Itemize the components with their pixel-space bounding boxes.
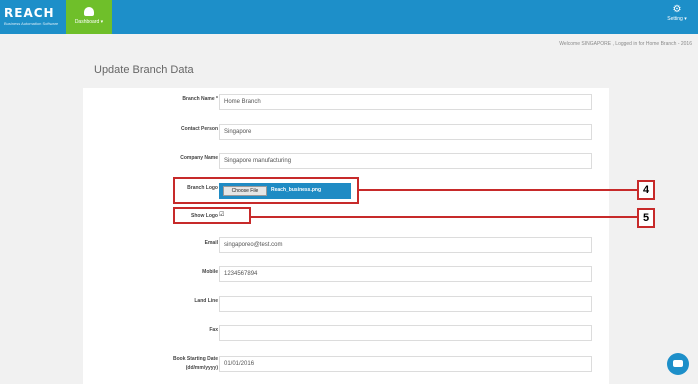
fax-label: Fax [209,327,218,333]
mobile-label: Mobile [202,269,218,275]
brand-name: REACH [4,6,55,20]
land-line-input[interactable] [219,296,592,312]
fax-input[interactable] [219,325,592,341]
callout-line-4 [359,189,637,191]
settings-label: Setting ▾ [667,16,687,22]
book-starting-date-label: Book Starting Date [172,356,218,362]
land-line-label: Land Line [194,298,218,304]
chat-button[interactable] [667,353,689,375]
company-name-label: Company Name [180,155,218,161]
show-logo-highlight [173,207,251,224]
brand-logo[interactable]: REACH Business Automation Software [0,0,66,34]
dashboard-icon [84,7,94,16]
contact-person-label: Contact Person [181,126,218,132]
branch-logo-highlight [173,177,359,204]
branch-name-label: Branch Name * [182,96,218,102]
email-label: Email [204,240,218,246]
company-name-input[interactable]: Singapore manufacturing [219,153,592,169]
book-starting-date-input[interactable]: 01/01/2016 [219,356,592,372]
callout-tag-4: 4 [637,180,655,200]
page-title: Update Branch Data [94,64,194,76]
mobile-input[interactable]: 1234567894 [219,266,592,282]
dashboard-label: Dashboard ▾ [74,19,104,25]
settings-menu-button[interactable]: ⚙ Setting ▾ [662,4,692,30]
brand-tagline: Business Automation Software [4,21,59,26]
callout-tag-5: 5 [637,208,655,228]
contact-person-input[interactable]: Singapore [219,124,592,140]
email-input[interactable]: singaporeo@test.com [219,237,592,253]
dashboard-menu-button[interactable]: Dashboard ▾ [66,0,112,34]
top-navbar: REACH Business Automation Software Dashb… [0,0,698,34]
book-starting-date-format: (dd/mm/yyyy) [185,365,218,371]
branch-name-input[interactable]: Home Branch [219,94,592,110]
gear-icon: ⚙ [672,4,682,15]
welcome-message: Welcome SINGAPORE , Logged in for Home B… [559,41,692,47]
callout-line-5 [251,216,637,218]
chat-icon [673,360,683,367]
